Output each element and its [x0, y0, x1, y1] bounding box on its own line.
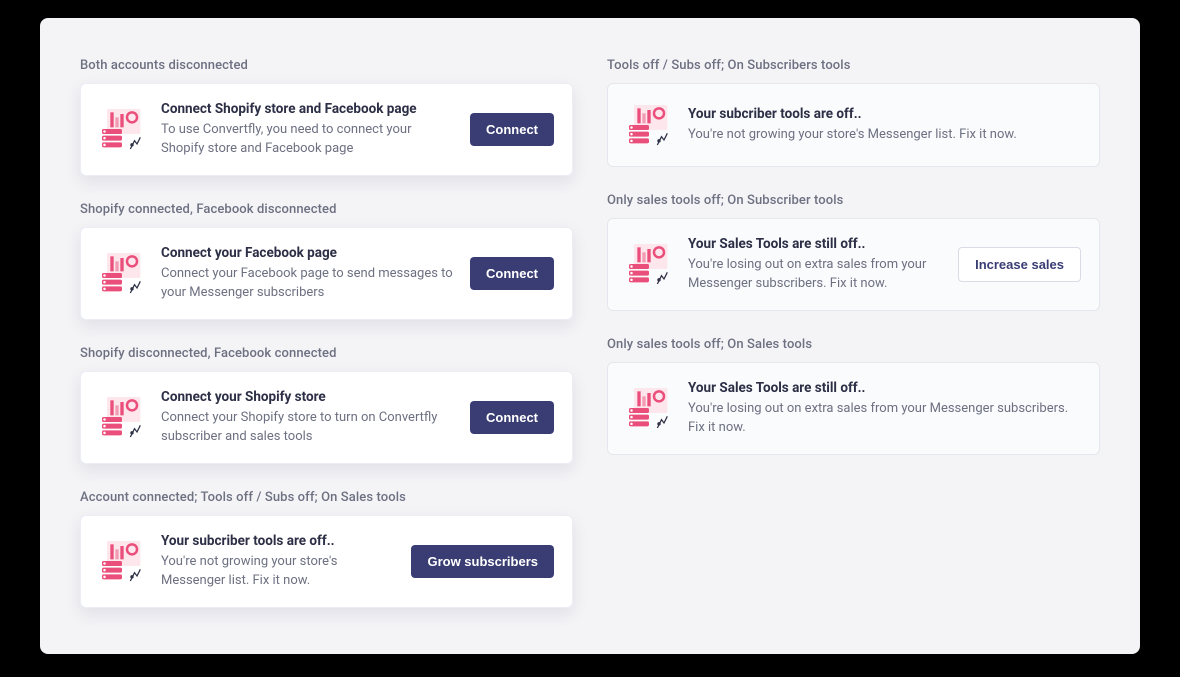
section-label: Only sales tools off; On Sales tools [607, 337, 1100, 352]
analytics-illustration-icon [97, 536, 147, 586]
card-title: Your subcriber tools are off.. [688, 105, 1081, 123]
card-description: You're losing out on extra sales from yo… [688, 400, 1081, 438]
section-label: Shopify disconnected, Facebook connected [80, 346, 573, 361]
section-label: Only sales tools off; On Subscriber tool… [607, 193, 1100, 208]
examples-window: Both accounts disconnected Connect Shopi… [40, 18, 1140, 654]
card-text: Connect Shopify store and Facebook page T… [161, 100, 456, 159]
right-column: Tools off / Subs off; On Subscribers too… [607, 58, 1100, 608]
card-description: You're not growing your store's Messenge… [688, 126, 1081, 145]
card-section: Shopify connected, Facebook disconnected… [80, 202, 573, 320]
card-description: Connect your Facebook page to send messa… [161, 265, 456, 303]
card-section: Shopify disconnected, Facebook connected… [80, 346, 573, 464]
card-description: To use Convertfly, you need to connect y… [161, 121, 456, 159]
alert-card: Your subcriber tools are off.. You're not… [80, 515, 573, 608]
analytics-illustration-icon [624, 383, 674, 433]
card-action-button[interactable]: Connect [470, 401, 554, 434]
card-text: Your Sales Tools are still off.. You're l… [688, 235, 944, 294]
left-column: Both accounts disconnected Connect Shopi… [80, 58, 573, 608]
alert-card: Connect Shopify store and Facebook page T… [80, 83, 573, 176]
section-label: Both accounts disconnected [80, 58, 573, 73]
alert-card: Your Sales Tools are still off.. You're l… [607, 362, 1100, 455]
section-label: Shopify connected, Facebook disconnected [80, 202, 573, 217]
analytics-illustration-icon [624, 239, 674, 289]
card-text: Connect your Shopify store Connect your S… [161, 388, 456, 447]
analytics-illustration-icon [97, 248, 147, 298]
alert-card: Your subcriber tools are off.. You're not… [607, 83, 1100, 167]
card-description: You're losing out on extra sales from yo… [688, 256, 944, 294]
card-section: Only sales tools off; On Sales tools You… [607, 337, 1100, 455]
card-description: Connect your Shopify store to turn on Co… [161, 409, 456, 447]
analytics-illustration-icon [97, 104, 147, 154]
alert-card: Connect your Facebook page Connect your F… [80, 227, 573, 320]
card-section: Both accounts disconnected Connect Shopi… [80, 58, 573, 176]
card-action-button[interactable]: Connect [470, 257, 554, 290]
card-action-button[interactable]: Grow subscribers [411, 545, 554, 578]
section-label: Tools off / Subs off; On Subscribers too… [607, 58, 1100, 73]
alert-card: Your Sales Tools are still off.. You're l… [607, 218, 1100, 311]
card-section: Account connected; Tools off / Subs off;… [80, 490, 573, 608]
card-title: Connect your Shopify store [161, 388, 456, 406]
card-description: You're not growing your store's Messenge… [161, 553, 397, 591]
card-title: Your Sales Tools are still off.. [688, 235, 944, 253]
analytics-illustration-icon [97, 392, 147, 442]
card-section: Only sales tools off; On Subscriber tool… [607, 193, 1100, 311]
alert-card: Connect your Shopify store Connect your S… [80, 371, 573, 464]
card-text: Your subcriber tools are off.. You're not… [161, 532, 397, 591]
card-action-button[interactable]: Increase sales [958, 247, 1081, 282]
card-title: Your subcriber tools are off.. [161, 532, 397, 550]
card-section: Tools off / Subs off; On Subscribers too… [607, 58, 1100, 167]
card-text: Connect your Facebook page Connect your F… [161, 244, 456, 303]
section-label: Account connected; Tools off / Subs off;… [80, 490, 573, 505]
card-text: Your Sales Tools are still off.. You're l… [688, 379, 1081, 438]
card-title: Your Sales Tools are still off.. [688, 379, 1081, 397]
card-title: Connect Shopify store and Facebook page [161, 100, 456, 118]
card-text: Your subcriber tools are off.. You're not… [688, 105, 1081, 145]
card-title: Connect your Facebook page [161, 244, 456, 262]
analytics-illustration-icon [624, 100, 674, 150]
card-action-button[interactable]: Connect [470, 113, 554, 146]
